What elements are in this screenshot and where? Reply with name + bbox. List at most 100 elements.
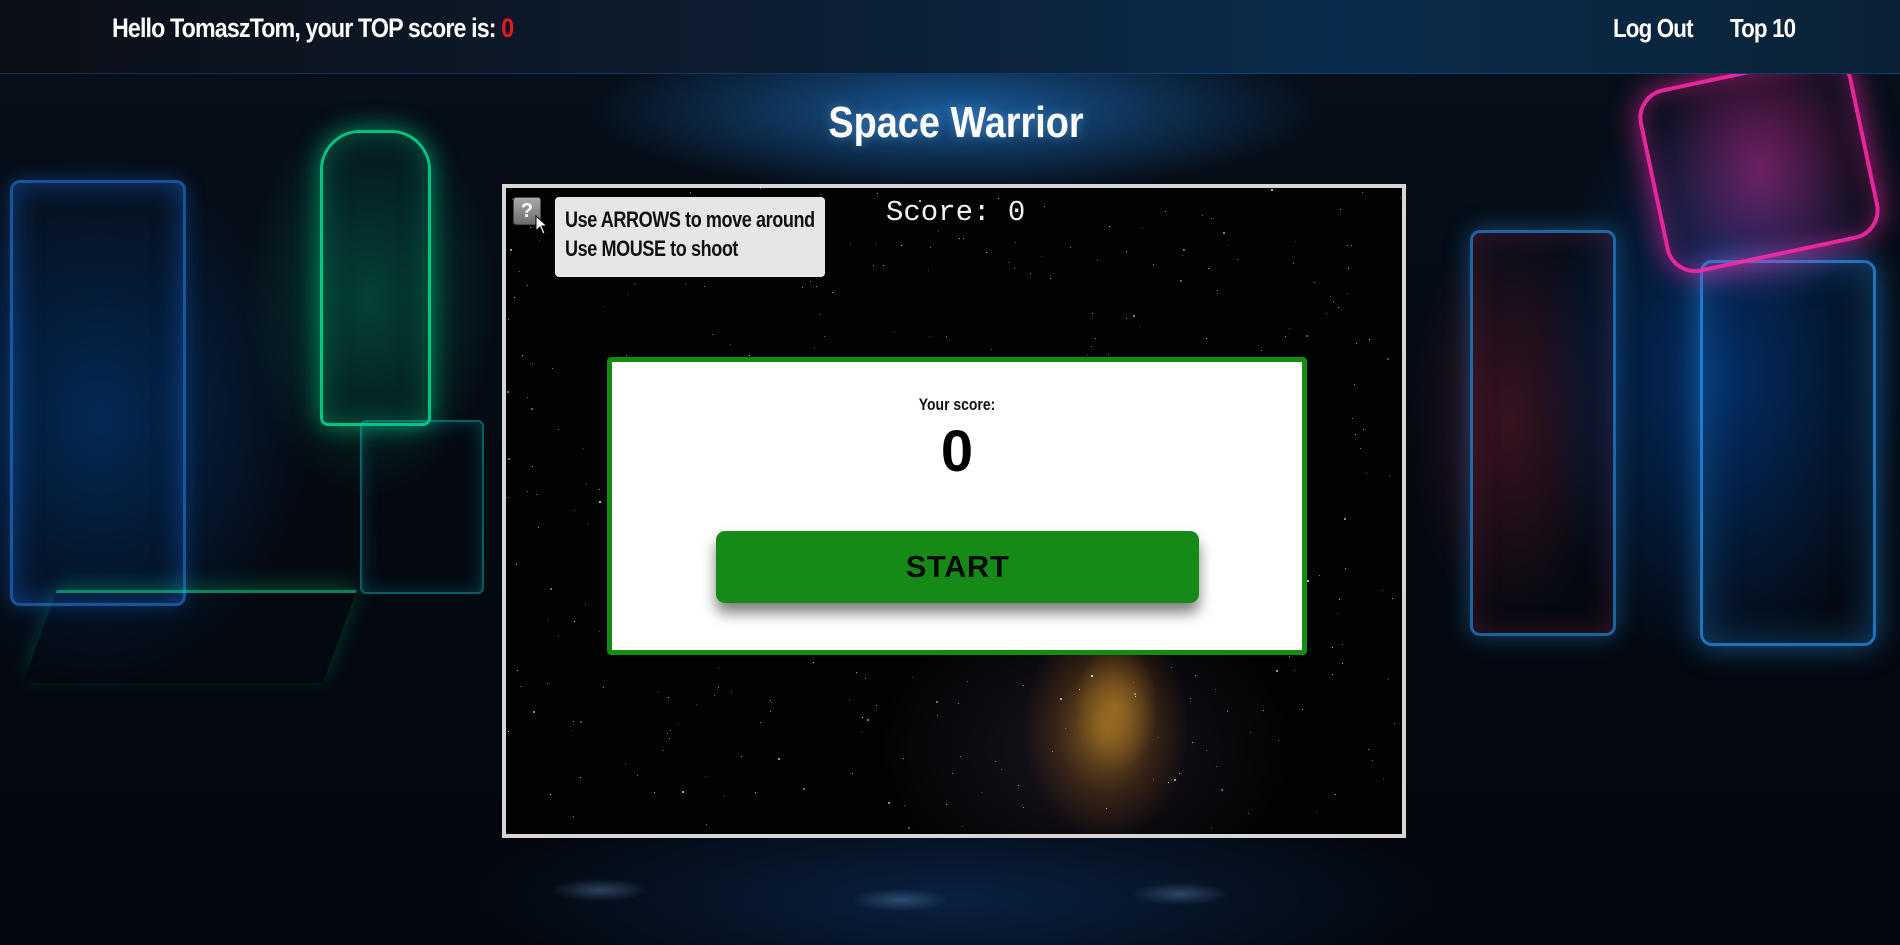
star (1342, 663, 1343, 664)
star (1023, 807, 1024, 808)
star (1018, 785, 1019, 786)
star (1227, 711, 1228, 712)
star (849, 700, 850, 701)
game-title: Space Warrior (828, 98, 1084, 147)
star (901, 245, 902, 246)
neon-sign-background (1632, 49, 1886, 279)
star (604, 306, 605, 307)
star (814, 348, 815, 349)
star (883, 265, 884, 266)
star (530, 227, 531, 228)
star (663, 750, 664, 751)
star (1140, 326, 1141, 327)
star (1092, 313, 1093, 314)
star (1134, 693, 1136, 695)
star (967, 681, 968, 682)
arcade-cabinet-left-lower-background (360, 420, 484, 594)
star (507, 391, 509, 393)
star (532, 363, 533, 364)
star (810, 281, 811, 282)
star (930, 247, 931, 248)
star (803, 788, 805, 790)
star (580, 721, 582, 723)
start-button[interactable]: START (716, 531, 1199, 603)
star (875, 243, 876, 244)
star (778, 758, 780, 760)
star (718, 687, 719, 688)
star (873, 265, 874, 266)
star (599, 501, 601, 503)
star (908, 827, 910, 829)
star (527, 397, 528, 398)
game-canvas[interactable]: Score: 0 ? Use ARROWS to move around Use… (502, 184, 1406, 838)
star (1354, 384, 1355, 385)
star (912, 677, 913, 678)
star (1168, 782, 1169, 783)
star (1355, 434, 1356, 435)
star (1338, 307, 1339, 308)
star (685, 284, 686, 285)
star (770, 711, 771, 712)
star (824, 336, 825, 337)
controls-hint-arrows: Use ARROWS to move around (565, 207, 815, 232)
star (587, 523, 588, 524)
star (770, 700, 771, 701)
star (548, 619, 549, 620)
monopoly-cabinet-background (320, 130, 431, 426)
star (856, 672, 857, 673)
star (1221, 789, 1223, 791)
star (760, 188, 761, 189)
your-score-value: 0 (940, 419, 974, 484)
arcade-cabinet-far-right-background (1700, 260, 1876, 646)
star (1276, 670, 1278, 672)
star (1400, 197, 1401, 198)
user-greeting: Hello TomaszTom, your TOP score is: 0 (112, 13, 514, 44)
logout-link[interactable]: Log Out (1613, 13, 1694, 44)
star (1294, 670, 1295, 671)
star (1263, 710, 1264, 711)
star (1052, 751, 1053, 752)
star (628, 294, 629, 295)
star (714, 695, 715, 696)
star (586, 484, 587, 485)
star (1183, 249, 1185, 251)
star (533, 711, 535, 713)
star (1392, 598, 1393, 599)
star (1302, 709, 1303, 710)
star (731, 692, 732, 693)
star (1330, 296, 1331, 297)
top10-link[interactable]: Top 10 (1730, 13, 1796, 44)
star (508, 731, 509, 732)
star (1345, 568, 1346, 569)
star (1190, 698, 1191, 699)
star (952, 773, 953, 774)
star (1206, 338, 1207, 339)
star (527, 285, 528, 286)
star (1202, 215, 1203, 216)
star (865, 678, 866, 679)
star (816, 286, 817, 287)
star (527, 491, 528, 492)
star (1340, 209, 1341, 210)
star (1293, 263, 1294, 264)
star (574, 510, 575, 511)
star (1383, 779, 1384, 780)
star (771, 702, 772, 703)
star (1211, 828, 1212, 829)
score-dialog: Your score: 0 START (607, 357, 1307, 655)
star (1109, 226, 1110, 227)
star (963, 238, 964, 239)
star (532, 466, 533, 467)
star (517, 670, 518, 671)
arcade-control-panel-background (23, 590, 357, 683)
star (678, 724, 679, 725)
star (1332, 647, 1333, 648)
star (1050, 278, 1051, 279)
star (1248, 813, 1249, 814)
star (1295, 241, 1296, 242)
star (1171, 667, 1172, 668)
star (986, 252, 987, 253)
star (658, 691, 659, 692)
star (1097, 260, 1098, 261)
star (531, 408, 533, 410)
